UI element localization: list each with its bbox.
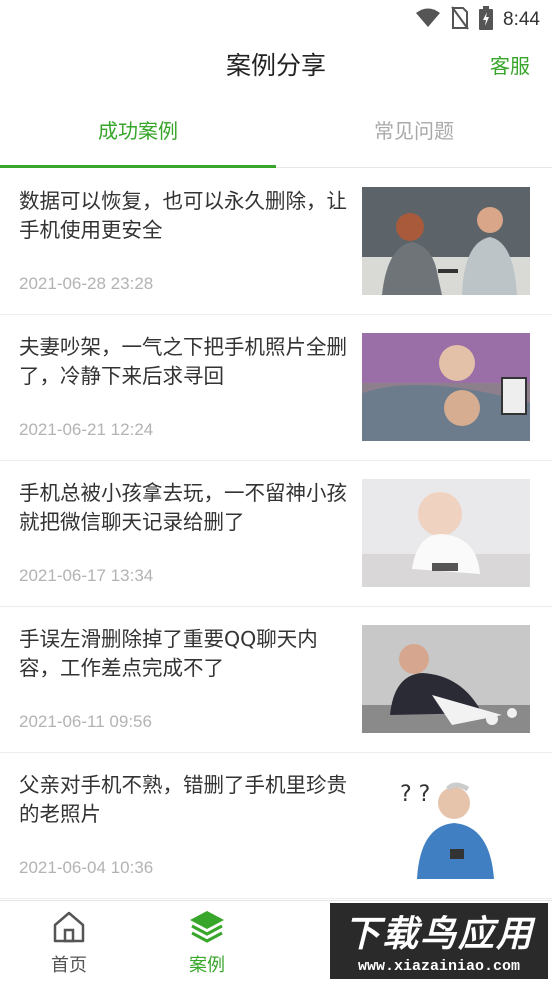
case-date: 2021-06-17 13:34 [19, 566, 154, 585]
case-thumbnail [362, 625, 530, 733]
case-date: 2021-06-28 23:28 [19, 274, 154, 293]
list-item[interactable]: 手机总被小孩拿去玩，一不留神小孩就把微信聊天记录给删了 2021-06-17 1… [0, 461, 552, 607]
nav-cases-label: 案例 [189, 955, 225, 976]
layers-icon [188, 911, 226, 949]
page-title: 案例分享 [225, 51, 326, 80]
list-item[interactable]: 夫妻吵架，一气之下把手机照片全删了，冷静下来后求寻回 2021-06-21 12… [0, 315, 552, 461]
case-thumbnail: ? ? [362, 771, 530, 879]
watermark-url: www.xiazainiao.com [357, 958, 521, 975]
case-date: 2021-06-11 09:56 [19, 712, 152, 731]
list-item[interactable]: 手误左滑删除掉了重要QQ聊天内容，工作差点完成不了 2021-06-11 09:… [0, 607, 552, 753]
case-title: 父亲对手机不熟，错删了手机里珍贵的老照片 [19, 773, 347, 826]
tab-success-cases[interactable]: 成功案例 [0, 100, 276, 168]
nav-home-label: 首页 [51, 955, 87, 976]
no-sim-icon [451, 6, 469, 34]
case-thumbnail [362, 333, 530, 441]
status-time: 8:44 [503, 9, 540, 30]
app-header: 案例分享 客服 [0, 40, 552, 90]
tab-indicator [0, 165, 276, 168]
list-item[interactable]: 父亲对手机不熟，错删了手机里珍贵的老照片 2021-06-04 10:36 ? … [0, 753, 552, 899]
svg-text:? ?: ? ? [400, 782, 430, 807]
case-thumbnail [362, 479, 530, 587]
tab-bar: 成功案例 常见问题 [0, 100, 552, 168]
wifi-icon [415, 7, 441, 33]
case-list: 数据可以恢复，也可以永久删除，让手机使用更安全 2021-06-28 23:28… [0, 169, 552, 899]
tab-faq[interactable]: 常见问题 [276, 100, 552, 168]
watermark-title: 下载鸟应用 [343, 914, 534, 955]
nav-home[interactable]: 首页 [29, 909, 109, 977]
list-item[interactable]: 数据可以恢复，也可以永久删除，让手机使用更安全 2021-06-28 23:28 [0, 169, 552, 315]
status-icons: 8:44 [415, 6, 540, 34]
watermark-logo: 下载鸟应用 www.xiazainiao.com [330, 903, 548, 979]
case-title: 手机总被小孩拿去玩，一不留神小孩就把微信聊天记录给删了 [19, 481, 347, 534]
case-title: 数据可以恢复，也可以永久删除，让手机使用更安全 [19, 189, 347, 242]
battery-charging-icon [479, 6, 494, 34]
case-date: 2021-06-04 10:36 [19, 858, 154, 877]
home-icon [51, 911, 87, 949]
case-date: 2021-06-21 12:24 [19, 420, 154, 439]
case-title: 夫妻吵架，一气之下把手机照片全删了，冷静下来后求寻回 [19, 335, 347, 388]
case-thumbnail [362, 187, 530, 295]
case-title: 手误左滑删除掉了重要QQ聊天内容，工作差点完成不了 [19, 627, 318, 680]
status-bar: 8:44 [0, 0, 552, 40]
customer-service-button[interactable]: 客服 [490, 50, 530, 79]
nav-cases[interactable]: 案例 [167, 909, 247, 977]
